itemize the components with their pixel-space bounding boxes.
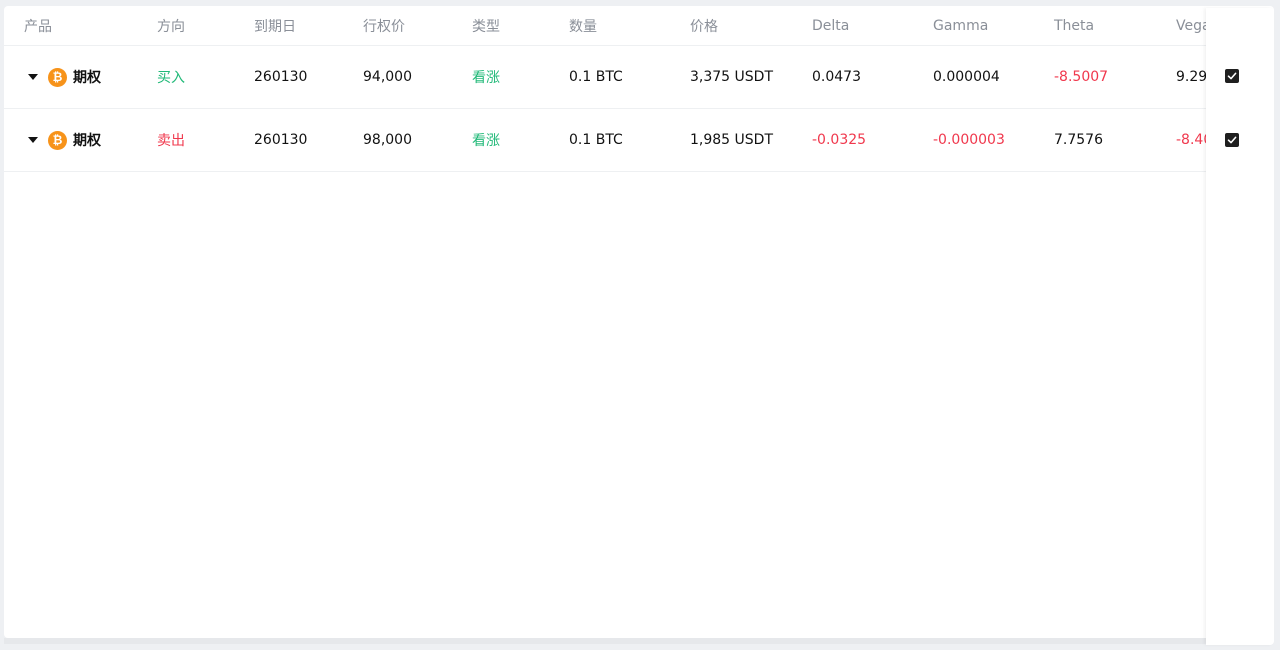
delta-cell: 0.0473: [812, 69, 861, 85]
strike-cell: 94,000: [363, 69, 412, 85]
direction-cell: 卖出: [157, 133, 185, 149]
header-price[interactable]: 价格: [690, 6, 718, 45]
delta-cell: -0.0325: [812, 132, 867, 148]
header-gamma[interactable]: Gamma: [933, 6, 988, 45]
price-cell: 1,985 USDT: [690, 132, 773, 148]
header-strike[interactable]: 行权价: [363, 6, 405, 45]
type-cell: 看涨: [472, 70, 500, 86]
header-expiry[interactable]: 到期日: [254, 6, 296, 45]
caret-down-icon[interactable]: [28, 74, 38, 80]
table-header: 产品 方向 到期日 行权价 类型 数量 价格 Delta Gamma Theta…: [4, 6, 1274, 46]
theta-cell: -8.5007: [1054, 69, 1109, 85]
header-delta[interactable]: Delta: [812, 6, 849, 45]
horizontal-scrollbar[interactable]: [4, 638, 1206, 644]
checkmark-icon: [1227, 136, 1237, 144]
expiry-cell: 260130: [254, 132, 308, 148]
theta-cell: 7.7576: [1054, 132, 1103, 148]
caret-down-icon[interactable]: [28, 137, 38, 143]
product-label: 期权: [73, 133, 101, 149]
bitcoin-icon: ₿: [48, 130, 67, 150]
type-cell: 看涨: [472, 133, 500, 149]
product-label: 期权: [73, 70, 101, 86]
gamma-cell: 0.000004: [933, 69, 1000, 85]
positions-table: 产品 方向 到期日 行权价 类型 数量 价格 Delta Gamma Theta…: [4, 6, 1274, 638]
checkbox-checked-icon[interactable]: [1225, 133, 1239, 147]
price-cell: 3,375 USDT: [690, 69, 773, 85]
checkbox-checked-icon[interactable]: [1225, 69, 1239, 83]
gamma-cell: -0.000003: [933, 132, 1005, 148]
header-theta[interactable]: Theta: [1054, 6, 1094, 45]
strike-cell: 98,000: [363, 132, 412, 148]
quantity-cell: 0.1 BTC: [569, 132, 623, 148]
header-product[interactable]: 产品: [24, 6, 52, 45]
header-quantity[interactable]: 数量: [569, 6, 597, 45]
table-row[interactable]: ₿ 期权 卖出 260130 98,000 看涨 0.1 BTC 1,985 U…: [4, 109, 1274, 172]
fixed-select-column: [1206, 8, 1274, 645]
bitcoin-icon: ₿: [48, 67, 67, 87]
checkmark-icon: [1227, 72, 1237, 80]
vega-cell: 9.29: [1176, 69, 1208, 85]
quantity-cell: 0.1 BTC: [569, 69, 623, 85]
direction-cell: 买入: [157, 70, 185, 86]
expiry-cell: 260130: [254, 69, 308, 85]
product-cell: ₿ 期权: [24, 46, 101, 108]
header-type[interactable]: 类型: [472, 6, 500, 45]
header-direction[interactable]: 方向: [157, 6, 185, 45]
table-row[interactable]: ₿ 期权 买入 260130 94,000 看涨 0.1 BTC 3,375 U…: [4, 46, 1274, 109]
product-cell: ₿ 期权: [24, 109, 101, 171]
